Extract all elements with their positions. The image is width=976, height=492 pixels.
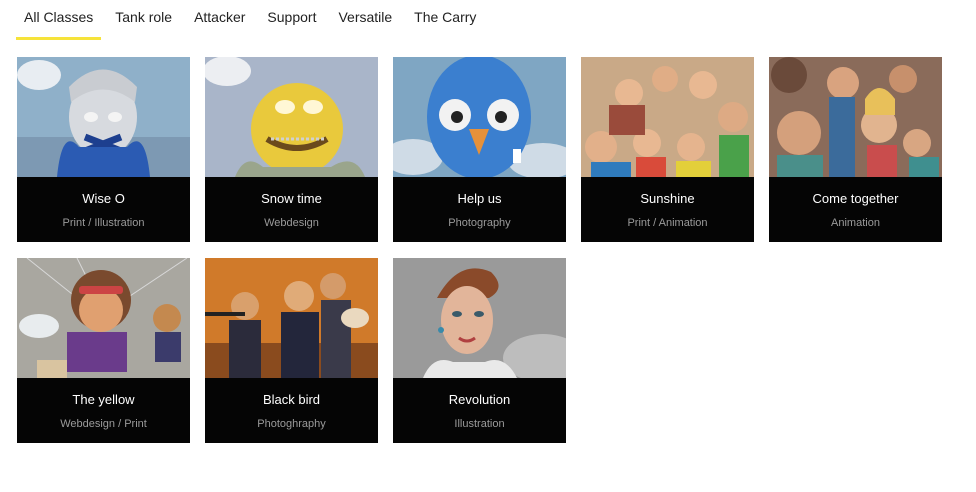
card-category: Photoghraphy bbox=[257, 418, 326, 430]
portfolio-card[interactable]: Wise O Print / Illustration bbox=[17, 57, 190, 242]
card-category: Print / Animation bbox=[627, 217, 708, 229]
portfolio-card[interactable]: Sunshine Print / Animation bbox=[581, 57, 754, 242]
card-title: Help us bbox=[457, 191, 502, 206]
card-category: Photography bbox=[448, 217, 511, 229]
portfolio-card[interactable]: Snow time Webdesign bbox=[205, 57, 378, 242]
filter-the-carry[interactable]: The Carry bbox=[406, 0, 484, 38]
portfolio-card[interactable]: Help us Photography bbox=[393, 57, 566, 242]
card-title: Black bird bbox=[262, 392, 321, 407]
card-title: Wise O bbox=[82, 191, 125, 206]
portfolio-card[interactable]: Come together Animation bbox=[769, 57, 942, 242]
filter-versatile[interactable]: Versatile bbox=[330, 0, 400, 38]
portfolio-card[interactable]: Revolution Illustration bbox=[393, 258, 566, 443]
card-title: Sunshine bbox=[640, 191, 695, 206]
portfolio-thumbnail bbox=[17, 57, 190, 177]
filter-all-classes[interactable]: All Classes bbox=[16, 0, 102, 40]
card-title: The yellow bbox=[72, 392, 135, 407]
card-title: Come together bbox=[812, 191, 899, 206]
card-category: Animation bbox=[831, 217, 880, 229]
portfolio-thumbnail bbox=[581, 57, 754, 177]
card-category: Print / Illustration bbox=[62, 217, 145, 229]
card-title: Snow time bbox=[261, 191, 322, 206]
card-category: Webdesign bbox=[264, 217, 319, 229]
portfolio-thumbnail bbox=[17, 258, 190, 378]
portfolio-card[interactable]: The yellow Webdesign / Print bbox=[17, 258, 190, 443]
portfolio-thumbnail bbox=[769, 57, 942, 177]
portfolio-thumbnail bbox=[393, 258, 566, 378]
portfolio-thumbnail bbox=[205, 57, 378, 177]
card-category: Illustration bbox=[454, 418, 505, 430]
card-title: Revolution bbox=[448, 392, 511, 407]
filter-tank-role[interactable]: Tank role bbox=[107, 0, 180, 38]
portfolio-card[interactable]: Black bird Photoghraphy bbox=[205, 258, 378, 443]
filter-support[interactable]: Support bbox=[259, 0, 324, 38]
card-category: Webdesign / Print bbox=[60, 418, 147, 430]
portfolio-thumbnail bbox=[393, 57, 566, 177]
filter-attacker[interactable]: Attacker bbox=[186, 0, 253, 38]
portfolio-thumbnail bbox=[205, 258, 378, 378]
filter-tabs: All Classes Tank role Attacker Support V… bbox=[16, 0, 490, 40]
